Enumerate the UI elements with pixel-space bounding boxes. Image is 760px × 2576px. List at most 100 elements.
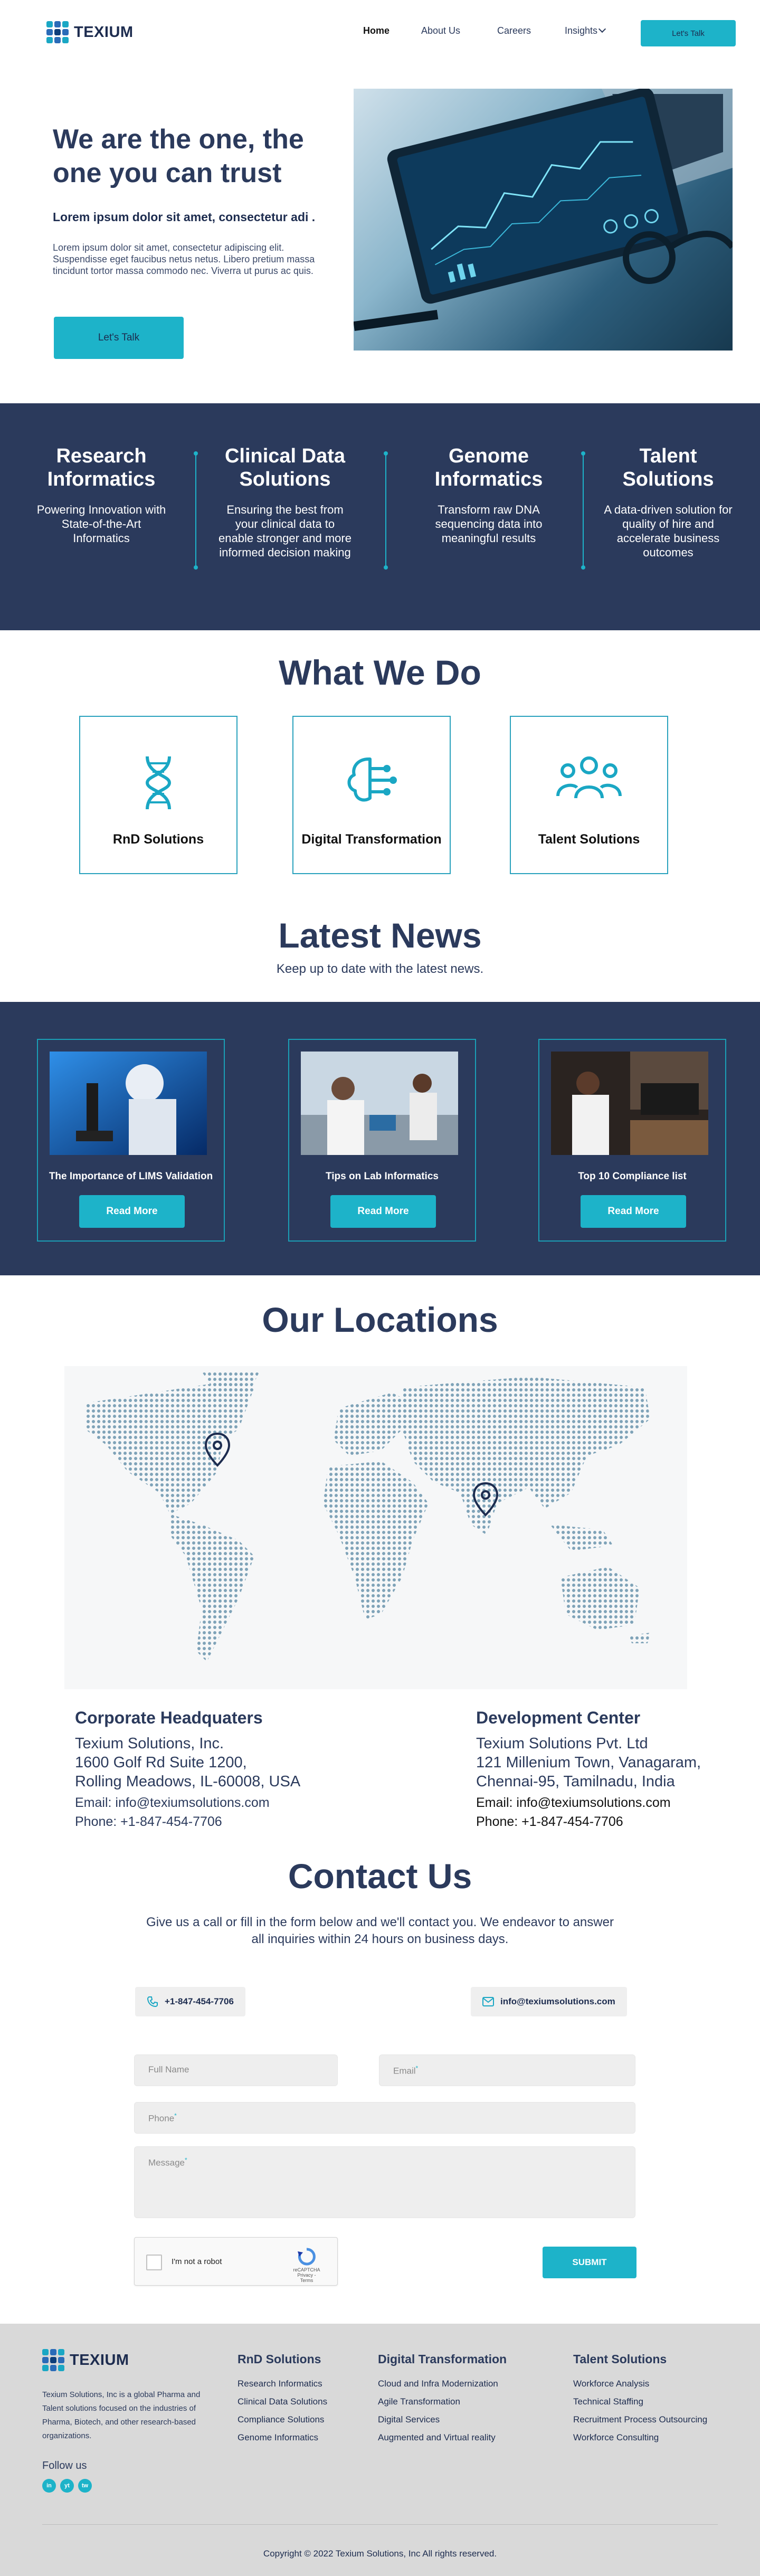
footer-link[interactable]: Compliance Solutions bbox=[238, 2411, 327, 2429]
recaptcha-logo: reCAPTCHA Privacy - Terms bbox=[291, 2247, 322, 2283]
footer-description: Texium Solutions, Inc is a global Pharma… bbox=[42, 2390, 201, 2440]
footer-link[interactable]: Research Informatics bbox=[238, 2375, 327, 2393]
news-image-lab-microscope bbox=[50, 1052, 207, 1155]
submit-button[interactable]: SUBMIT bbox=[543, 2247, 636, 2278]
read-more-button[interactable]: Read More bbox=[79, 1195, 185, 1228]
news-card: The Importance of LIMS Validation Read M… bbox=[37, 1039, 225, 1242]
lets-talk-nav-button[interactable]: Let's Talk bbox=[641, 20, 736, 46]
brain-circuit-icon bbox=[347, 757, 397, 802]
footer: TEXIUM Texium Solutions, Inc is a global… bbox=[0, 2324, 760, 2576]
location-phone[interactable]: Phone: +1-847-454-7706 bbox=[476, 1812, 701, 1831]
footer-link[interactable]: Technical Staffing bbox=[573, 2393, 707, 2411]
service-talent-solutions: Talent Solutions A data-driven solution … bbox=[596, 444, 740, 560]
address-line: 1600 Golf Rd Suite 1200, bbox=[75, 1754, 247, 1771]
footer-link[interactable]: Workforce Consulting bbox=[573, 2429, 707, 2447]
footer-col-digital: Digital Transformation Cloud and Infra M… bbox=[378, 2352, 507, 2447]
full-name-placeholder: Full Name bbox=[148, 2064, 189, 2075]
footer-link[interactable]: Genome Informatics bbox=[238, 2429, 327, 2447]
location-email[interactable]: Email: info@texiumsolutions.com bbox=[75, 1793, 300, 1812]
nav-insights-label: Insights bbox=[565, 25, 598, 36]
brand-name: TEXIUM bbox=[70, 2351, 129, 2369]
footer-link[interactable]: Workforce Analysis bbox=[573, 2375, 707, 2393]
news-title: Top 10 Compliance list bbox=[578, 1171, 687, 1182]
service-genome-informatics: Genome Informatics Transform raw DNA seq… bbox=[417, 444, 560, 545]
people-group-icon bbox=[556, 756, 622, 799]
brand-name: TEXIUM bbox=[74, 23, 134, 41]
location-phone[interactable]: Phone: +1-847-454-7706 bbox=[75, 1812, 300, 1831]
address-line: Texium Solutions Pvt. Ltd bbox=[476, 1735, 648, 1752]
corporate-hq: Corporate Headquaters Texium Solutions, … bbox=[75, 1708, 300, 1831]
news-image-lab-scientists bbox=[301, 1052, 458, 1155]
service-clinical-data: Clinical Data Solutions Ensuring the bes… bbox=[216, 444, 354, 560]
dna-icon bbox=[145, 756, 172, 810]
nav-insights[interactable]: Insights bbox=[565, 25, 606, 36]
footer-link[interactable]: Digital Services bbox=[378, 2411, 507, 2429]
email-field[interactable]: Email* bbox=[379, 2054, 635, 2086]
wwd-card-talent[interactable]: Talent Solutions bbox=[510, 716, 668, 874]
news-title: Tips on Lab Informatics bbox=[326, 1171, 439, 1182]
nav-careers[interactable]: Careers bbox=[497, 25, 531, 36]
contact-phone-pill[interactable]: +1-847-454-7706 bbox=[135, 1987, 245, 2016]
top-nav: TEXIUM Home About Us Careers Insights Le… bbox=[0, 0, 760, 64]
recaptcha-label: I'm not a robot bbox=[172, 2257, 222, 2266]
service-desc: Powering Innovation with State-of-the-Ar… bbox=[36, 503, 166, 545]
read-more-button[interactable]: Read More bbox=[581, 1195, 686, 1228]
phone-field[interactable]: Phone* bbox=[134, 2102, 635, 2134]
brand-logo[interactable]: TEXIUM bbox=[46, 21, 134, 43]
recaptcha-links[interactable]: Privacy - Terms bbox=[291, 2272, 322, 2283]
service-title: Genome Informatics bbox=[434, 445, 543, 490]
footer-link[interactable]: Clinical Data Solutions bbox=[238, 2393, 327, 2411]
youtube-icon[interactable]: yt bbox=[60, 2479, 74, 2493]
hero-subtitle: Lorem ipsum dolor sit amet, consectetur … bbox=[53, 210, 316, 224]
contact-email-text: info@texiumsolutions.com bbox=[500, 1996, 615, 2006]
contact-intro: Give us a call or fill in the form below… bbox=[146, 1915, 614, 1946]
contact-us-title: Contact Us bbox=[288, 1857, 472, 1896]
mail-icon bbox=[482, 1997, 494, 2006]
nav-about[interactable]: About Us bbox=[421, 25, 460, 36]
wwd-card-rnd[interactable]: RnD Solutions bbox=[79, 716, 238, 874]
footer-col-title: RnD Solutions bbox=[238, 2352, 321, 2366]
services-band: Research Informatics Powering Innovation… bbox=[0, 403, 760, 630]
location-heading: Development Center bbox=[476, 1708, 641, 1727]
what-we-do-title: What We Do bbox=[279, 653, 481, 692]
footer-link[interactable]: Recruitment Process Outsourcing bbox=[573, 2411, 707, 2429]
nav-home[interactable]: Home bbox=[363, 25, 390, 36]
address-line: Texium Solutions, Inc. bbox=[75, 1735, 224, 1752]
phone-placeholder: Phone* bbox=[148, 2112, 177, 2124]
footer-divider bbox=[42, 2524, 718, 2525]
twitter-icon[interactable]: tw bbox=[78, 2479, 92, 2493]
message-placeholder: Message* bbox=[148, 2156, 187, 2168]
read-more-button[interactable]: Read More bbox=[330, 1195, 436, 1228]
lets-talk-hero-button[interactable]: Let's Talk bbox=[54, 317, 184, 359]
service-title: Research Informatics bbox=[47, 445, 156, 490]
copyright: Copyright © 2022 Texium Solutions, Inc A… bbox=[263, 2549, 497, 2559]
footer-link[interactable]: Cloud and Infra Modernization bbox=[378, 2375, 507, 2393]
address-line: Chennai-95, Tamilnadu, India bbox=[476, 1773, 675, 1790]
logo-mark-icon bbox=[42, 2349, 64, 2371]
world-map bbox=[64, 1366, 687, 1689]
recaptcha-widget: I'm not a robot reCAPTCHA Privacy - Term… bbox=[134, 2237, 338, 2286]
footer-link[interactable]: Agile Transformation bbox=[378, 2393, 507, 2411]
address-line: Rolling Meadows, IL-60008, USA bbox=[75, 1773, 301, 1790]
footer-brand-logo[interactable]: TEXIUM bbox=[42, 2349, 129, 2371]
linkedin-icon[interactable]: in bbox=[42, 2479, 56, 2493]
wwd-card-digital[interactable]: Digital Transformation bbox=[292, 716, 451, 874]
recaptcha-brand: reCAPTCHA bbox=[293, 2267, 320, 2272]
contact-email-pill[interactable]: info@texiumsolutions.com bbox=[471, 1987, 627, 2016]
location-email[interactable]: Email: info@texiumsolutions.com bbox=[476, 1793, 701, 1812]
service-desc: Transform raw DNA sequencing data into m… bbox=[435, 503, 543, 545]
service-divider bbox=[384, 451, 388, 570]
footer-link[interactable]: Augmented and Virtual reality bbox=[378, 2429, 507, 2447]
message-field[interactable]: Message* bbox=[134, 2146, 635, 2218]
service-divider bbox=[194, 451, 198, 570]
full-name-field[interactable]: Full Name bbox=[134, 2054, 338, 2086]
footer-col-talent: Talent Solutions Workforce Analysis Tech… bbox=[573, 2352, 707, 2447]
contact-phone-text: +1-847-454-7706 bbox=[165, 1996, 234, 2006]
service-divider bbox=[581, 451, 585, 570]
recaptcha-checkbox[interactable] bbox=[146, 2255, 162, 2270]
news-band: The Importance of LIMS Validation Read M… bbox=[0, 1002, 760, 1275]
service-research-informatics: Research Informatics Powering Innovation… bbox=[36, 444, 167, 545]
recaptcha-icon bbox=[298, 2248, 316, 2266]
latest-news-title: Latest News bbox=[278, 916, 482, 955]
wwd-card-label: Digital Transformation bbox=[301, 832, 442, 847]
